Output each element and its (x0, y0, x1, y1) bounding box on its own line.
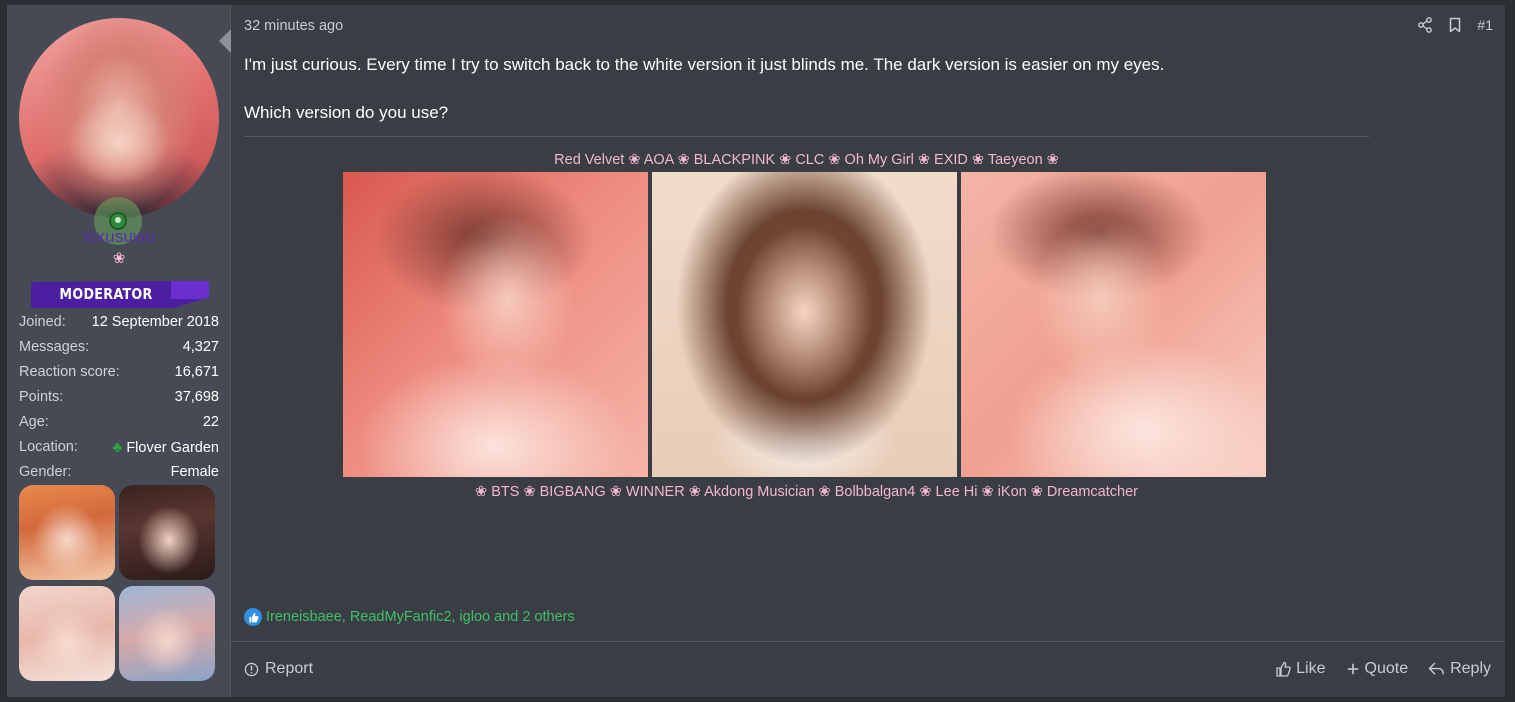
stat-messages: Messages: 4,327 (19, 335, 219, 360)
reply-label: Reply (1450, 660, 1491, 677)
stat-location: Location: ♣ Flover Garden (19, 435, 219, 460)
post-actions: Like Quote Reply (1275, 660, 1491, 678)
plus-icon (1346, 662, 1360, 676)
reply-icon (1428, 661, 1445, 677)
quote-button[interactable]: Quote (1346, 660, 1409, 678)
user-title-flower: ❀ (112, 250, 126, 267)
stat-value: 16,671 (174, 364, 219, 380)
stat-joined: Joined: 12 September 2018 (19, 310, 219, 335)
reactions-bar: Ireneisbaee, ReadMyFanfic2, igloo and 2 … (244, 608, 575, 626)
message-paragraph: I'm just curious. Every time I try to sw… (244, 55, 1165, 74)
info-icon (244, 662, 259, 677)
trophy-image[interactable] (19, 586, 115, 681)
thumbs-up-icon (1275, 661, 1291, 677)
location-text: Flover Garden (126, 440, 219, 456)
stat-points: Points: 37,698 (19, 385, 219, 410)
stat-gender: Gender: Female (19, 460, 219, 485)
signature-boy-groups: ❀ BTS ❀ BIGBANG ❀ WINNER ❀ Akdong Musici… (475, 484, 1138, 500)
stat-label: Messages: (19, 339, 90, 355)
stat-label: Points: (19, 389, 64, 405)
user-avatar[interactable] (19, 18, 219, 218)
post-top-actions: #1 (1417, 17, 1493, 33)
signature-image (652, 172, 957, 477)
signature-girl-groups: Red Velvet ❀ AOA ❀ BLACKPINK ❀ CLC ❀ Oh … (554, 152, 1059, 168)
stat-value-location[interactable]: ♣ Flover Garden (112, 435, 219, 460)
user-arrow (219, 29, 231, 53)
trophy-image[interactable] (19, 485, 115, 580)
reactions-list-link[interactable]: Ireneisbaee, ReadMyFanfic2, igloo and 2 … (266, 609, 575, 625)
stat-label: Age: (19, 414, 49, 430)
signature-divider (244, 136, 1369, 137)
stat-label: Reaction score: (19, 364, 120, 380)
moderator-banner-label: Moderator (59, 285, 153, 303)
message-body: I'm just curious. Every time I try to sw… (244, 55, 1368, 123)
quote-label: Quote (1364, 660, 1409, 677)
share-icon[interactable] (1417, 17, 1433, 33)
post-timestamp[interactable]: 32 minutes ago (244, 18, 343, 34)
reply-button[interactable]: Reply (1428, 660, 1491, 678)
stat-value: 12 September 2018 (91, 314, 219, 330)
message-post: lexusuwu ❀ Moderator Joined: 12 Septembe… (6, 4, 1506, 698)
stat-value[interactable]: 4,327 (183, 335, 219, 360)
message-paragraph: Which version do you use? (244, 103, 449, 122)
stat-label: Joined: (19, 314, 66, 330)
report-button[interactable]: Report (244, 660, 313, 678)
trophy-image[interactable] (119, 485, 215, 580)
signature-image (343, 172, 648, 477)
user-stats: Joined: 12 September 2018 Messages: 4,32… (19, 310, 219, 485)
user-sidebar: lexusuwu ❀ Moderator Joined: 12 Septembe… (7, 5, 231, 697)
trophy-image[interactable] (119, 586, 215, 681)
username-link[interactable]: lexusuwu (7, 227, 231, 247)
clover-icon: ♣ (112, 439, 123, 456)
signature-image (961, 172, 1266, 477)
stat-value: Female (170, 464, 219, 480)
post-main: 32 minutes ago #1 I'm just curious. Ever… (231, 5, 1505, 697)
bookmark-icon[interactable] (1447, 17, 1463, 33)
stat-label: Gender: (19, 464, 72, 480)
stat-value: 22 (202, 414, 219, 430)
like-button[interactable]: Like (1275, 660, 1326, 678)
thumbs-up-icon (244, 608, 262, 626)
stat-label: Location: (19, 439, 78, 455)
stat-reaction-score: Reaction score: 16,671 (19, 360, 219, 385)
stat-age: Age: 22 (19, 410, 219, 435)
like-label: Like (1296, 660, 1326, 677)
report-label: Report (265, 660, 314, 677)
post-number-link[interactable]: #1 (1477, 17, 1493, 33)
footer-divider (231, 641, 1505, 642)
stat-value[interactable]: 37,698 (175, 385, 219, 410)
